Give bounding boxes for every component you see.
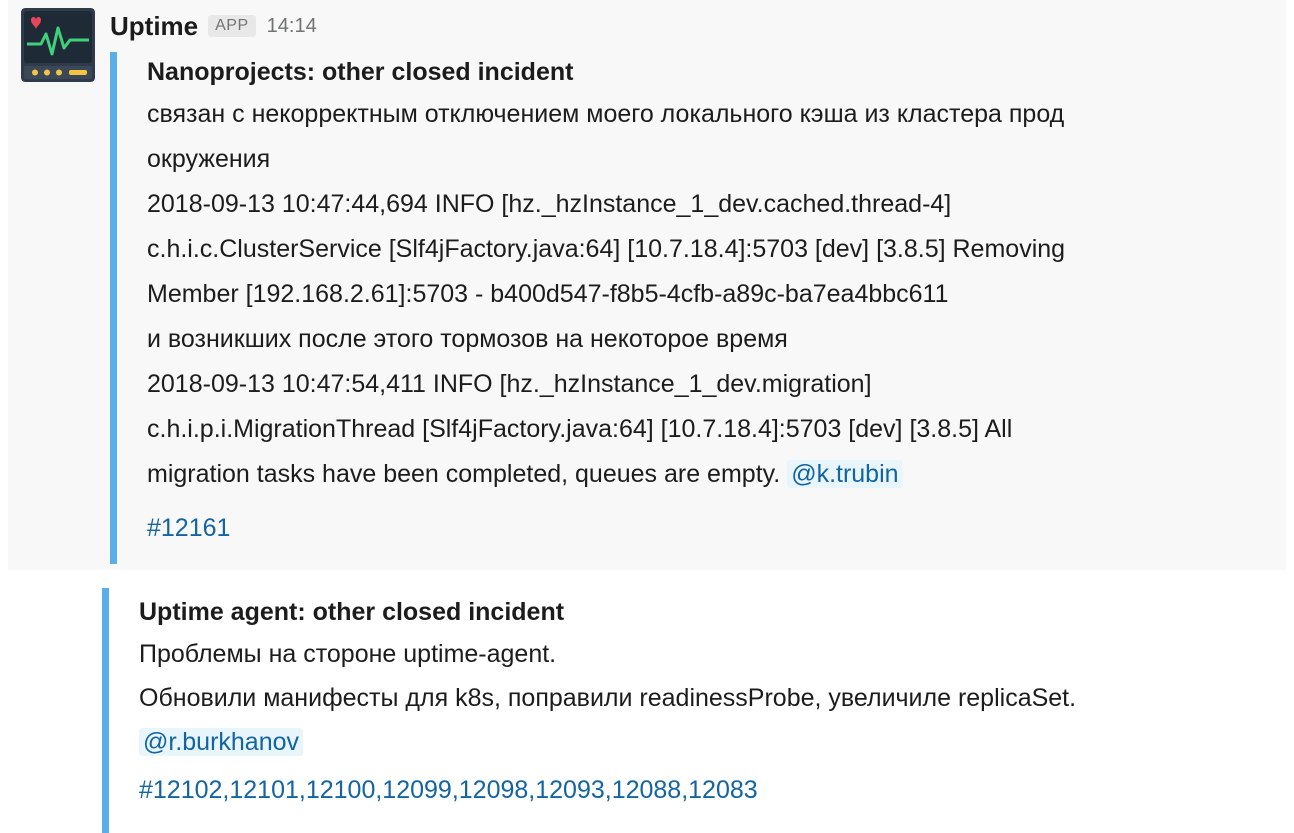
incident-link-row: #12161: [147, 506, 1280, 551]
attachment-text-line: Проблемы на стороне uptime-agent.: [139, 640, 557, 668]
attachment-body: Проблемы на стороне uptime-agent. Обнови…: [139, 632, 1288, 764]
attachment-text-line: и возникших после этого тормозов на неко…: [147, 325, 788, 353]
attachment-body: связан с некорректным отключением моего …: [147, 92, 1280, 497]
incident-link-row: #12102,12101,12100,12099,12098,12093,120…: [139, 770, 1288, 810]
attachment-nanoprojects: Nanoprojects: other closed incident связ…: [110, 52, 1280, 564]
sender-name[interactable]: Uptime: [110, 11, 198, 42]
attachment-text-line: Обновили манифесты для k8s, поправили re…: [139, 684, 1077, 712]
attachment-text-line: migration tasks have been completed, que…: [147, 452, 1280, 497]
attachment-text-fragment: migration tasks have been completed, que…: [147, 460, 781, 488]
uptime-monitor-icon[interactable]: [21, 8, 95, 82]
attachment-text-line: 2018-09-13 10:47:44,694 INFO [hz._hzInst…: [147, 190, 952, 218]
attachment-text-line: 2018-09-13 10:47:54,411 INFO [hz._hzInst…: [147, 370, 872, 398]
attachment-text-line: c.h.i.p.i.MigrationThread [Slf4jFactory.…: [147, 415, 1013, 443]
attachment-title: Uptime agent: other closed incident: [139, 598, 565, 626]
attachment-title: Nanoprojects: other closed incident: [147, 58, 574, 86]
attachment-text-line: c.h.i.c.ClusterService [Slf4jFactory.jav…: [147, 235, 1066, 263]
attachment-text-line: связан с некорректным отключением моего …: [147, 100, 1065, 128]
attachment-text-line: окружения: [147, 145, 271, 173]
message-header: Uptime APP 14:14: [110, 9, 317, 43]
incident-link[interactable]: #12161: [147, 514, 230, 542]
user-mention-r-burkhanov[interactable]: @r.burkhanov: [139, 728, 304, 756]
attachment-text-line: @r.burkhanov: [139, 720, 1288, 764]
attachment-text-line: Member [192.168.2.61]:5703 - b400d547-f8…: [147, 280, 949, 308]
attachment-uptime-agent: Uptime agent: other closed incident Проб…: [102, 588, 1288, 833]
chat-view: Uptime APP 14:14 Nanoprojects: other clo…: [0, 0, 1294, 833]
user-mention-k-trubin[interactable]: @k.trubin: [787, 460, 903, 488]
message-uptime[interactable]: Uptime APP 14:14 Nanoprojects: other clo…: [8, 0, 1286, 570]
message-timestamp[interactable]: 14:14: [267, 15, 317, 38]
app-badge: APP: [208, 15, 256, 37]
incident-links[interactable]: #12102,12101,12100,12099,12098,12093,120…: [139, 776, 758, 804]
